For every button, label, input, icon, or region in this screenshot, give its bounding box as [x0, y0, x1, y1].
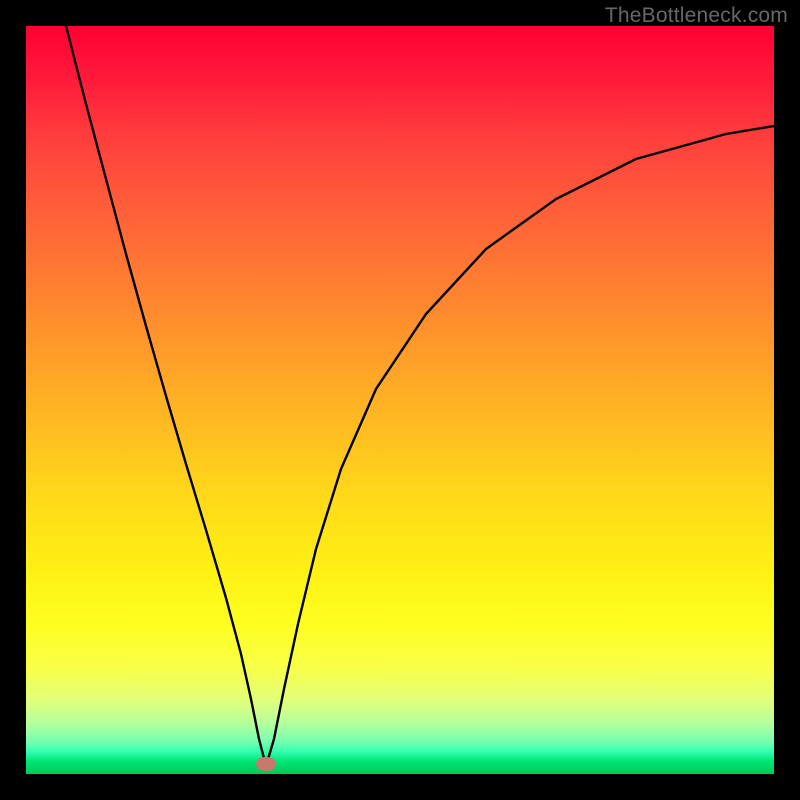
source-credit: TheBottleneck.com: [605, 4, 788, 28]
minimum-marker: [256, 757, 276, 771]
bottleneck-curve: [66, 26, 774, 766]
chart-frame: TheBottleneck.com: [0, 0, 800, 800]
curve-svg: [26, 26, 774, 774]
plot-area: [26, 26, 774, 774]
